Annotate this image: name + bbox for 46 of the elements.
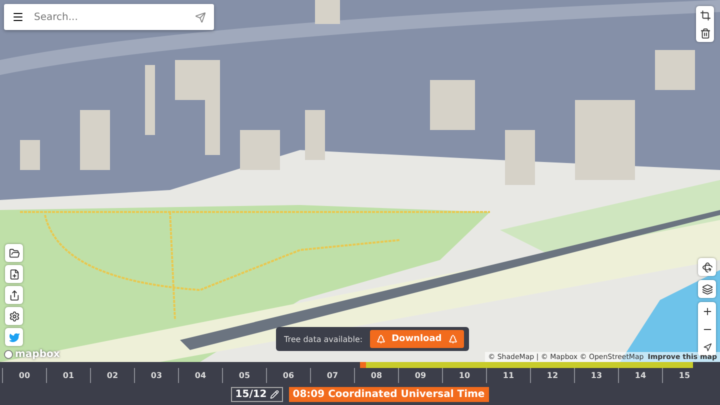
folder-icon [8,248,20,258]
crop-icon [700,10,710,20]
hour-label[interactable]: 03 [134,368,178,383]
tree-icon [376,334,386,344]
hour-label[interactable]: 00 [2,368,46,383]
hour-label[interactable]: 10 [442,368,486,383]
map-logo: mapbox [15,349,60,360]
settings-icon [8,310,20,322]
share-button[interactable] [5,286,23,304]
plus-icon [702,306,712,316]
settings-button[interactable] [5,307,23,325]
tree-icon [448,334,458,344]
compass-icon [702,342,712,352]
pencil-icon [270,390,279,398]
rotate-3d-button[interactable] [698,258,716,276]
share-icon [8,290,20,300]
time-marker[interactable] [360,362,366,368]
logo-icon [4,350,13,359]
hour-label[interactable]: 14 [618,368,662,383]
layers-button[interactable] [698,280,716,298]
date-button[interactable]: 15/12 [231,386,283,402]
search-field[interactable]: Search... [32,10,187,24]
rotate-3d-icon [702,262,712,272]
hour-label[interactable]: 01 [46,368,90,383]
hour-label[interactable]: 06 [266,368,310,383]
twitter-bird-icon [8,332,20,342]
hour-label[interactable]: 13 [574,368,618,383]
trash-icon [700,28,710,38]
hour-label[interactable]: 04 [178,368,222,383]
time-label: 08:09 Coordinated Universal Time [288,386,489,402]
hour-label[interactable]: 11 [486,368,530,383]
search-bar[interactable]: Search... [4,4,214,30]
popup-label: Tree data available: [284,334,363,344]
file-plus-icon [8,268,20,280]
open-folder-button[interactable] [5,244,23,262]
send-icon[interactable] [195,12,206,22]
hour-label[interactable]: 09 [398,368,442,383]
layers-icon [702,284,712,294]
hour-label[interactable]: 15 [662,368,706,383]
menu-icon[interactable] [12,11,24,23]
hour-label[interactable]: 08 [354,368,398,383]
hour-label[interactable]: 07 [310,368,354,383]
hour-label[interactable]: 12 [530,368,574,383]
hour-label[interactable]: 02 [90,368,134,383]
hour-label[interactable]: 05 [222,368,266,383]
new-file-button[interactable] [5,265,23,283]
